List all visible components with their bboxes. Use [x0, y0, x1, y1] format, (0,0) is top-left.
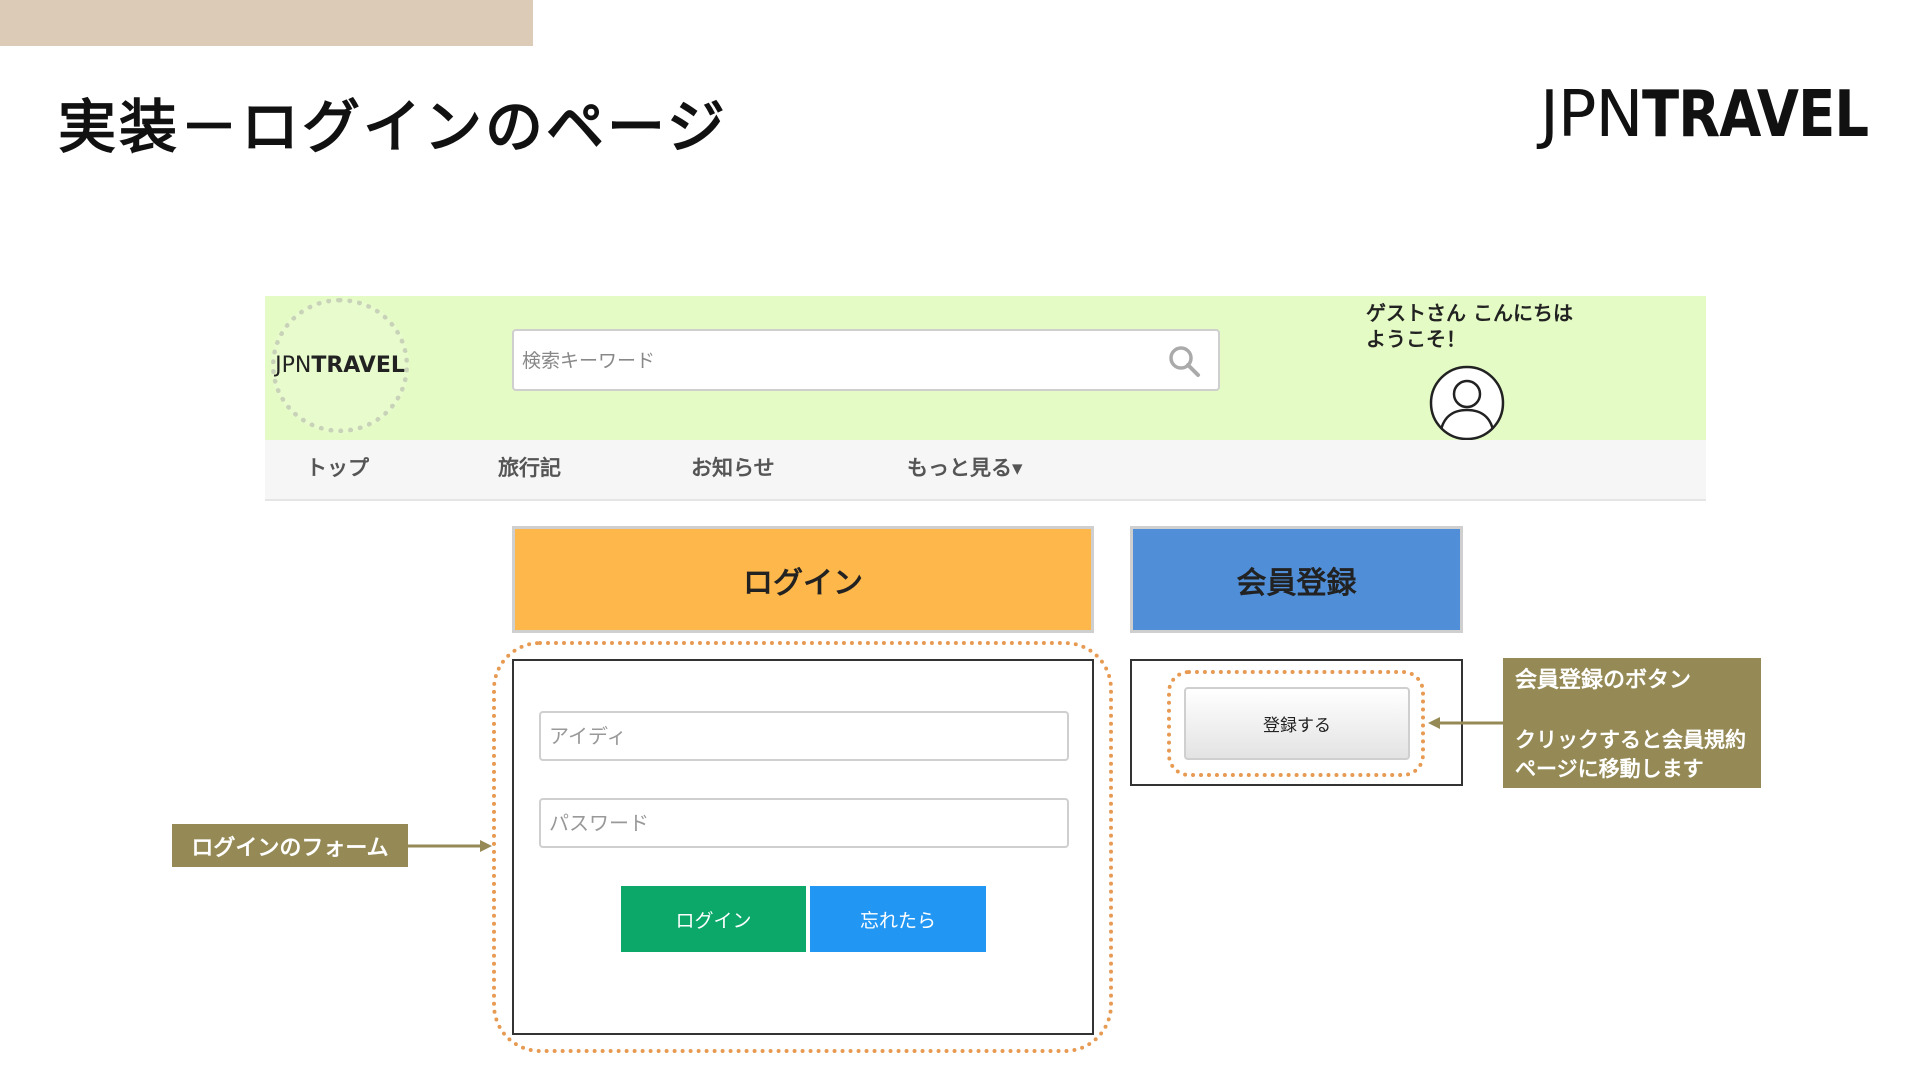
callout-register-desc: クリックすると会員規約ページに移動します [1515, 728, 1746, 781]
search-icon[interactable] [1166, 343, 1202, 379]
callout-login-form: ログインのフォーム [172, 824, 408, 867]
login-form-highlight [492, 641, 1113, 1053]
tab-login[interactable]: ログイン [512, 526, 1094, 633]
greeting-line2: ようこそ！ [1366, 327, 1466, 351]
tab-register[interactable]: 会員登録 [1130, 526, 1463, 633]
greeting-line1: ゲストさん こんにちは [1366, 301, 1573, 325]
callout-register-button: 会員登録のボタン クリックすると会員規約ページに移動します [1503, 658, 1761, 788]
brand-logo-light: JPN [1540, 78, 1643, 152]
site-logo[interactable]: JPN TRAVEL [271, 298, 409, 433]
register-button-highlight [1167, 670, 1425, 777]
slide-title: 実装－ログインのページ [58, 93, 728, 161]
site-logo-bold: TRAVEL [311, 353, 405, 378]
greeting: ゲストさん こんにちは ようこそ！ [1366, 300, 1573, 352]
search-box [512, 329, 1220, 391]
user-avatar-icon[interactable] [1428, 364, 1506, 442]
arrow-form-head-icon [480, 840, 492, 852]
brand-logo: JPNTRAVEL [1540, 78, 1909, 152]
nav-item-travelogue[interactable]: 旅行記 [498, 452, 561, 482]
nav-item-more[interactable]: もっと見る▾ [907, 452, 1023, 482]
callout-register-title: 会員登録のボタン [1515, 668, 1692, 693]
brand-logo-bold: TRAVEL [1642, 78, 1869, 152]
nav-item-top[interactable]: トップ [306, 452, 369, 482]
nav-item-news[interactable]: お知らせ [691, 452, 775, 482]
site-logo-light: JPN [275, 353, 312, 378]
search-input[interactable] [520, 339, 1144, 383]
top-accent-bar [0, 0, 533, 46]
